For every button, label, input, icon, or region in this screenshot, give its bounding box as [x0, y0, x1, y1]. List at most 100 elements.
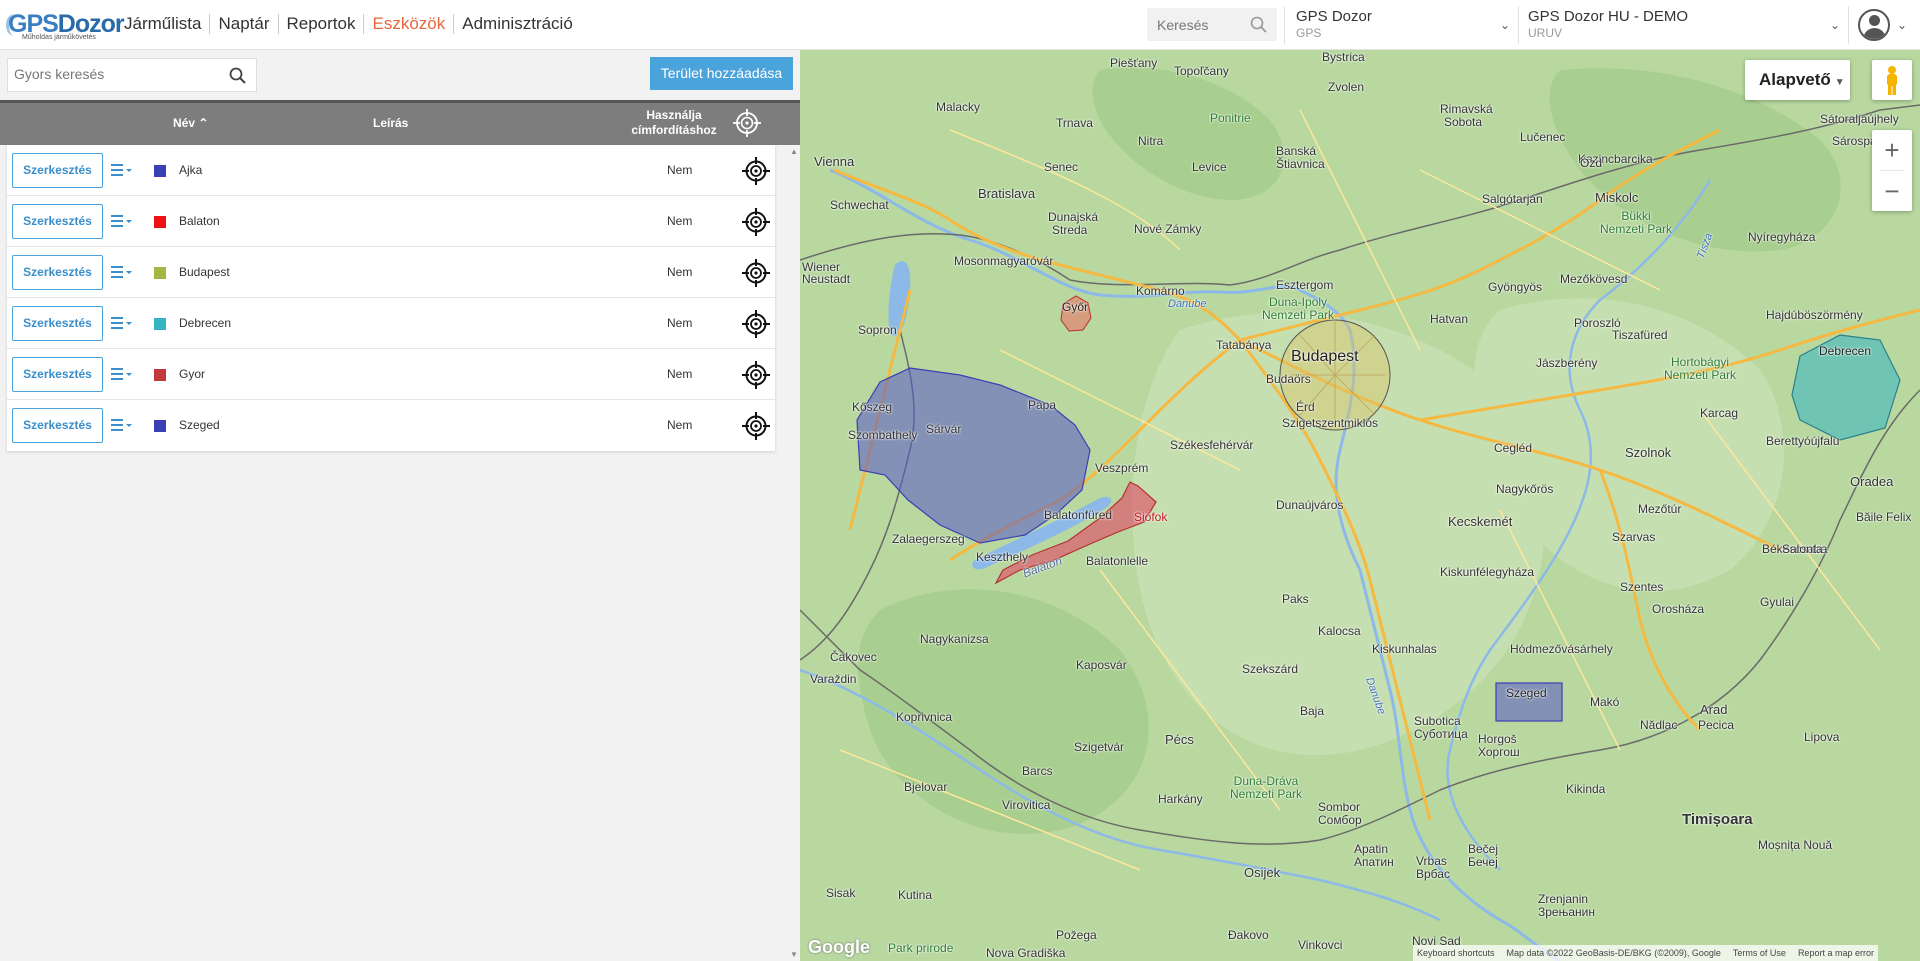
- actions-menu-icon[interactable]: [110, 213, 134, 229]
- city-label: Nova Gradiška: [986, 946, 1066, 960]
- city-label: Dunaújváros: [1276, 498, 1344, 512]
- company-selector[interactable]: GPS Dozor HU - DEMO URUV ⌄: [1528, 8, 1840, 44]
- city-label: Sisak: [826, 886, 856, 900]
- city-label: Koprivnica: [896, 710, 953, 724]
- chevron-down-icon: ⌄: [1499, 18, 1510, 32]
- actions-menu-icon[interactable]: [110, 315, 134, 331]
- target-icon[interactable]: [741, 258, 771, 288]
- keyboard-shortcuts-link[interactable]: Keyboard shortcuts: [1417, 948, 1495, 958]
- city-label: Bratislava: [978, 186, 1036, 201]
- target-icon[interactable]: [741, 156, 771, 186]
- target-icon[interactable]: [741, 309, 771, 339]
- actions-menu-icon[interactable]: [110, 162, 134, 178]
- edit-button[interactable]: Szerkesztés: [12, 204, 103, 239]
- street-view-pegman-icon[interactable]: [1872, 60, 1912, 100]
- search-icon[interactable]: [1250, 16, 1267, 33]
- nav-item-calendar[interactable]: Naptár: [209, 14, 277, 34]
- city-label: Cegléd: [1494, 441, 1533, 455]
- nav-item-tools[interactable]: Eszközök: [363, 14, 453, 34]
- city-label: Makó: [1590, 695, 1620, 709]
- scroll-down-arrow-icon[interactable]: ▼: [790, 950, 798, 959]
- city-label: Nagykanizsa: [920, 632, 989, 646]
- table-row: Szerkesztés Debrecen Nem: [7, 298, 775, 349]
- app-logo[interactable]: GPSDozor Műholdas járműkövetés: [6, 8, 125, 42]
- city-label: Baja: [1300, 704, 1325, 718]
- actions-menu-icon[interactable]: [110, 417, 134, 433]
- city-label: Szekszárd: [1242, 662, 1299, 676]
- city-label: Piešťany: [1110, 56, 1158, 70]
- area-name: Balaton: [179, 214, 220, 228]
- city-label: Tiszafüred: [1612, 328, 1668, 342]
- city-label: Apatin: [1354, 842, 1389, 856]
- edit-button[interactable]: Szerkesztés: [12, 408, 103, 443]
- city-label: Balatonlelle: [1086, 554, 1149, 568]
- chevron-down-icon[interactable]: ⌄: [1897, 18, 1907, 32]
- map-type-selector[interactable]: Alapvető ▼: [1745, 60, 1850, 100]
- zoom-in-button[interactable]: +: [1872, 130, 1912, 170]
- zoom-out-button[interactable]: −: [1872, 171, 1912, 211]
- use-for-geocoding-value: Nem: [667, 214, 693, 228]
- company-selector-title: GPS Dozor HU - DEMO: [1528, 8, 1689, 25]
- target-icon[interactable]: [732, 108, 762, 138]
- city-label: Levice: [1192, 160, 1227, 174]
- actions-menu-icon[interactable]: [110, 366, 134, 382]
- city-label: Băile Felix: [1856, 510, 1912, 524]
- city-label: Čakovec: [830, 650, 877, 664]
- edit-button[interactable]: Szerkesztés: [12, 153, 103, 188]
- city-label: Osijek: [1244, 865, 1281, 880]
- target-icon[interactable]: [741, 360, 771, 390]
- search-icon[interactable]: [229, 67, 246, 84]
- edit-button[interactable]: Szerkesztés: [12, 306, 103, 341]
- column-header-name[interactable]: Név ⌃: [173, 116, 208, 130]
- account-selector-subtitle: GPS: [1296, 26, 1322, 40]
- city-label: Jászberény: [1536, 356, 1598, 370]
- city-label: Pecica: [1698, 718, 1735, 732]
- city-label: Бечеј: [1468, 855, 1498, 869]
- edit-button[interactable]: Szerkesztés: [12, 255, 103, 290]
- city-label: Arad: [1700, 702, 1728, 717]
- report-map-error-link[interactable]: Report a map error: [1798, 948, 1874, 958]
- column-header-use-for-geocoding[interactable]: Használja címfordításhoz: [622, 108, 726, 138]
- use-for-geocoding-value: Nem: [667, 418, 693, 432]
- table-row: Szerkesztés Ajka Nem: [7, 145, 775, 196]
- edit-button[interactable]: Szerkesztés: [12, 357, 103, 392]
- terms-of-use-link[interactable]: Terms of Use: [1733, 948, 1786, 958]
- target-icon[interactable]: [741, 207, 771, 237]
- city-label: Virovitica: [1002, 798, 1051, 812]
- use-for-geocoding-value: Nem: [667, 316, 693, 330]
- city-label: Trnava: [1056, 116, 1093, 130]
- nav-item-administration[interactable]: Adminisztráció: [453, 14, 581, 34]
- park-label: Park prirode: [888, 941, 954, 955]
- city-label: Nové Zámky: [1134, 222, 1202, 236]
- nav-item-vehicle-list[interactable]: Járműlista: [124, 14, 209, 34]
- main-nav: Járműlista Naptár Reportok Eszközök Admi…: [124, 14, 581, 34]
- city-label: Hódmezővásárhely: [1510, 642, 1613, 656]
- nav-item-reports[interactable]: Reportok: [277, 14, 364, 34]
- actions-menu-icon[interactable]: [110, 264, 134, 280]
- scrollbar[interactable]: ▲ ▼: [789, 145, 800, 961]
- user-avatar-icon[interactable]: [1858, 9, 1890, 41]
- map-data-credit: Map data ©2022 GeoBasis-DE/BKG (©2009), …: [1506, 948, 1721, 958]
- city-label: Ózd: [1580, 156, 1603, 170]
- city-label: Kőszeg: [852, 400, 893, 414]
- column-header-description[interactable]: Leírás: [373, 116, 408, 130]
- city-label: Oradea: [1850, 474, 1894, 489]
- add-area-button[interactable]: Terület hozzáadása: [650, 57, 793, 90]
- park-label: Duna-Dráva Nemzeti Park: [1230, 774, 1303, 801]
- account-selector[interactable]: GPS Dozor GPS ⌄: [1296, 8, 1510, 44]
- city-label: Malacky: [936, 100, 981, 114]
- city-label: Szolnok: [1625, 445, 1672, 460]
- quick-search-input[interactable]: [14, 66, 214, 82]
- city-label: Paks: [1282, 592, 1309, 606]
- area-name: Debrecen: [179, 316, 232, 330]
- city-label: Đakovo: [1228, 928, 1269, 942]
- city-label: Mosonmagyaróvár: [954, 254, 1054, 268]
- city-label: Harkány: [1158, 792, 1203, 806]
- scroll-up-arrow-icon[interactable]: ▲: [790, 147, 798, 156]
- top-search-input[interactable]: Keresés: [1147, 8, 1277, 41]
- city-label: Dunajská: [1048, 210, 1099, 224]
- target-icon[interactable]: [741, 411, 771, 441]
- city-label: Bystrica: [1322, 50, 1365, 64]
- city-label: Kutina: [898, 888, 933, 902]
- map-view[interactable]: Vienna Bratislava Sopron Szombathely Ves…: [800, 50, 1920, 961]
